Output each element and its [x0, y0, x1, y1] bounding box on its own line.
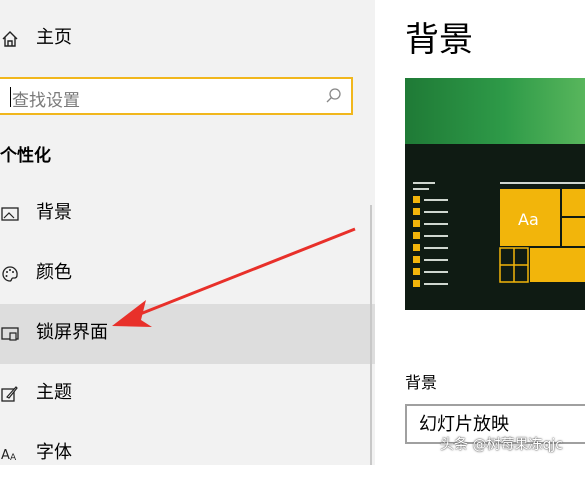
- watermark: 头条 @树莓果冻qjc: [440, 437, 563, 453]
- annotation-arrow: [112, 227, 356, 327]
